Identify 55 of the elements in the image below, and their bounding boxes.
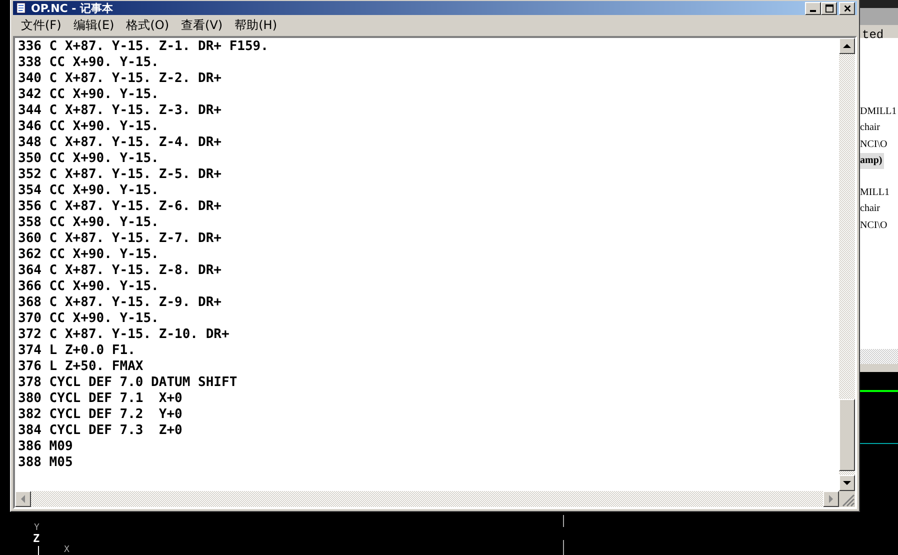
output-line: MILL1 [860, 186, 890, 200]
maximize-icon [824, 4, 834, 12]
minimize-icon [810, 10, 816, 12]
code-line: 362 CC X+90. Y-15. [18, 247, 160, 263]
output-line: NCI\O [860, 218, 888, 233]
code-line: 338 CC X+90. Y-15. [18, 55, 160, 71]
code-line: 380 CYCL DEF 7.1 X+0 [18, 391, 184, 407]
code-line: 340 C X+87. Y-15. Z-2. DR+ [18, 71, 222, 87]
code-line: 378 CYCL DEF 7.0 DATUM SHIFT [18, 375, 238, 391]
code-line: 354 CC X+90. Y-15. [18, 183, 160, 199]
axis-label: Z [33, 532, 40, 545]
code-line: 342 CC X+90. Y-15. [18, 87, 160, 103]
code-line: 358 CC X+90. Y-15. [18, 215, 160, 231]
code-line: 368 C X+87. Y-15. Z-9. DR+ [18, 295, 222, 311]
output-line: NCI\O [860, 138, 888, 152]
code-line: 364 C X+87. Y-15. Z-8. DR+ [18, 263, 222, 279]
code-line: 366 CC X+90. Y-15. [18, 279, 160, 295]
axis-label: Y [34, 523, 40, 533]
code-line: 386 M09 [18, 439, 74, 455]
scroll-down-icon[interactable] [843, 481, 851, 485]
code-line: 376 L Z+50. FMAX [18, 359, 144, 375]
code-line: 350 CC X+90. Y-15. [18, 151, 160, 167]
code-line: 344 C X+87. Y-15. Z-3. DR+ [18, 103, 222, 119]
code-line: 370 CC X+90. Y-15. [18, 311, 160, 327]
minimize-button[interactable] [805, 2, 821, 14]
code-line: 348 C X+87. Y-15. Z-4. DR+ [18, 135, 222, 151]
axis-label: X [64, 545, 70, 555]
maximize-button[interactable] [821, 2, 837, 14]
code-line: 382 CYCL DEF 7.2 Y+0 [18, 407, 184, 423]
menu-item[interactable]: 格式(O) [120, 16, 176, 34]
close-icon [842, 4, 852, 12]
column-header: ted [860, 8, 898, 38]
title-bar [860, 0, 898, 8]
output-line: chair [860, 202, 880, 216]
code-line: 388 M05 [18, 455, 74, 471]
close-button[interactable] [839, 2, 855, 14]
code-line: 336 C X+87. Y-15. Z-1. DR+ F159. [18, 39, 270, 55]
menu-item[interactable]: 文件(F) [15, 16, 68, 34]
scroll-thumb[interactable] [839, 399, 855, 471]
vertical-scrollbar[interactable] [839, 38, 855, 491]
code-line: 372 C X+87. Y-15. Z-10. DR+ [18, 327, 230, 343]
code-line: 360 C X+87. Y-15. Z-7. DR+ [18, 231, 222, 247]
output-line: DMILL1 [860, 105, 897, 119]
code-line: 356 C X+87. Y-15. Z-6. DR+ [18, 199, 222, 215]
code-line: 374 L Z+0.0 F1. [18, 343, 136, 359]
menu-item[interactable]: 编辑(E) [67, 16, 120, 34]
horizontal-scrollbar[interactable] [860, 349, 898, 364]
menu-item[interactable]: 帮助(H) [228, 16, 283, 34]
output-line: chair [860, 121, 880, 136]
code-line: 384 CYCL DEF 7.3 Z+0 [18, 423, 184, 439]
scroll-up-icon[interactable] [843, 44, 851, 48]
code-line: 346 CC X+90. Y-15. [18, 119, 160, 135]
code-line: 352 C X+87. Y-15. Z-5. DR+ [18, 167, 222, 183]
menu-item[interactable]: 查看(V) [175, 16, 229, 34]
window-title: OP.NC - 记事本 [31, 2, 114, 14]
